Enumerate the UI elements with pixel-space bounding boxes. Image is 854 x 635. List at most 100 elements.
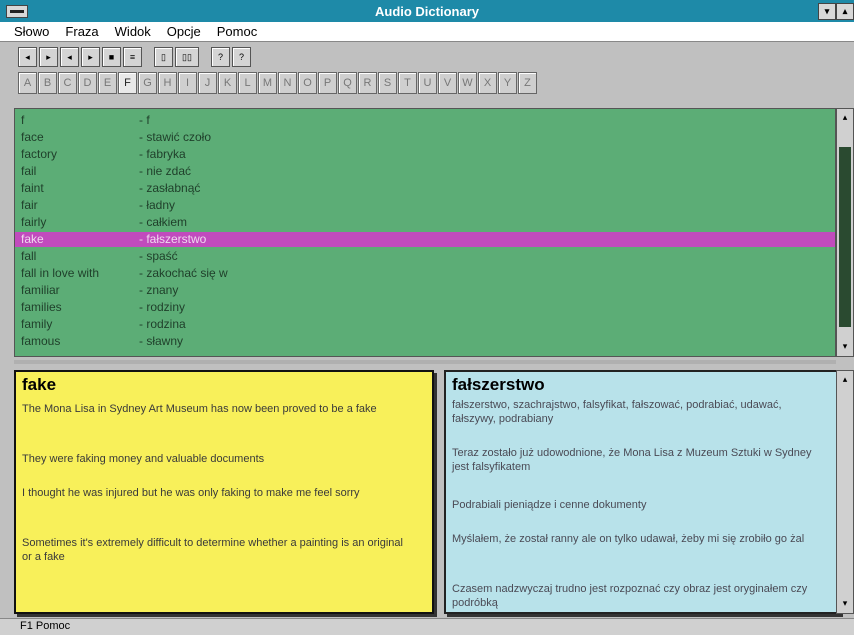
letter-button-g[interactable]: G bbox=[138, 72, 157, 94]
menu-widok[interactable]: Widok bbox=[115, 24, 151, 39]
list-item[interactable]: fair - ładny bbox=[15, 198, 835, 213]
list-item-polish: - ładny bbox=[139, 198, 176, 212]
list-item-english: family bbox=[21, 317, 53, 331]
list-item-english: fall bbox=[21, 249, 37, 263]
letter-button-i[interactable]: I bbox=[178, 72, 197, 94]
list-item-polish: - nie zdać bbox=[139, 164, 192, 178]
letter-button-s[interactable]: S bbox=[378, 72, 397, 94]
scroll-down-icon[interactable]: ▾ bbox=[839, 597, 851, 609]
alphabet-bar: ABCDEFGHIJKLMNOPQRSTUVWXYZ bbox=[18, 72, 537, 96]
list-item[interactable]: fairly - całkiem bbox=[15, 215, 835, 230]
list-item-english: f bbox=[21, 113, 25, 127]
list-item[interactable]: factory - fabryka bbox=[15, 147, 835, 162]
menu-opcje[interactable]: Opcje bbox=[167, 24, 201, 39]
list-item-polish: - f bbox=[139, 113, 150, 127]
list-item[interactable]: famous - sławny bbox=[15, 334, 835, 349]
system-menu-icon[interactable] bbox=[6, 5, 28, 18]
letter-button-t[interactable]: T bbox=[398, 72, 417, 94]
letter-button-c[interactable]: C bbox=[58, 72, 77, 94]
list-item-polish: - zakochać się w bbox=[139, 266, 228, 280]
list-item-english: famous bbox=[21, 334, 61, 348]
letter-button-u[interactable]: U bbox=[418, 72, 437, 94]
list-item[interactable]: faint - zasłabnąć bbox=[15, 181, 835, 196]
letter-button-v[interactable]: V bbox=[438, 72, 457, 94]
menu-bar: Słowo Fraza Widok Opcje Pomoc bbox=[0, 22, 854, 42]
english-example: They were faking money and valuable docu… bbox=[22, 453, 265, 465]
list-item-english: familiar bbox=[21, 283, 60, 297]
letter-button-o[interactable]: O bbox=[298, 72, 317, 94]
letter-button-w[interactable]: W bbox=[458, 72, 477, 94]
detail-scrollbar[interactable]: ▴ ▾ bbox=[836, 370, 854, 614]
letter-button-k[interactable]: K bbox=[218, 72, 237, 94]
polish-definition: fałszerstwo, szachrajstwo, falsyfikat, f… bbox=[452, 399, 782, 425]
list-icon[interactable]: ≡ bbox=[123, 47, 142, 67]
list-item[interactable]: fake - fałszerstwo bbox=[15, 232, 835, 247]
toolbar: ◂ ▸ ◂ ▸ ■ ≡ ▯ ▯▯ ? ? bbox=[18, 47, 251, 69]
first-icon[interactable]: ◂ bbox=[18, 47, 37, 67]
letter-button-r[interactable]: R bbox=[358, 72, 377, 94]
letter-button-j[interactable]: J bbox=[198, 72, 217, 94]
polish-example: Podrabiali pieniądze i cenne dokumenty bbox=[452, 499, 647, 511]
polish-headword: fałszerstwo bbox=[452, 375, 545, 394]
letter-button-n[interactable]: N bbox=[278, 72, 297, 94]
single-pane-icon[interactable]: ▯ bbox=[154, 47, 173, 67]
forward-icon[interactable]: ▸ bbox=[81, 47, 100, 67]
list-item-english: fall in love with bbox=[21, 266, 100, 280]
list-item[interactable]: fall in love with - zakochać się w bbox=[15, 266, 835, 281]
scroll-up-icon[interactable]: ▴ bbox=[839, 373, 851, 385]
list-item[interactable]: fail - nie zdać bbox=[15, 164, 835, 179]
prev-icon[interactable]: ◂ bbox=[60, 47, 79, 67]
list-item-english: families bbox=[21, 300, 62, 314]
polish-example: Teraz zostało już udowodnione, że Mona L… bbox=[452, 447, 812, 473]
letter-button-d[interactable]: D bbox=[78, 72, 97, 94]
list-item-polish: - zasłabnąć bbox=[139, 181, 201, 195]
menu-fraza[interactable]: Fraza bbox=[65, 24, 98, 39]
pane-divider[interactable] bbox=[14, 360, 836, 364]
polish-example: Czasem nadzwyczaj trudno jest rozpoznać … bbox=[452, 583, 808, 609]
list-item-polish: - sławny bbox=[139, 334, 184, 348]
letter-button-e[interactable]: E bbox=[98, 72, 117, 94]
list-scrollbar[interactable]: ▴ ▾ bbox=[836, 108, 854, 357]
list-item-english: fake bbox=[21, 232, 44, 246]
letter-button-p[interactable]: P bbox=[318, 72, 337, 94]
list-item-polish: - rodzina bbox=[139, 317, 186, 331]
menu-slowo[interactable]: Słowo bbox=[14, 24, 49, 39]
context-help-icon[interactable]: ? bbox=[232, 47, 251, 67]
letter-button-b[interactable]: B bbox=[38, 72, 57, 94]
scroll-down-icon[interactable]: ▾ bbox=[839, 340, 851, 352]
letter-button-a[interactable]: A bbox=[18, 72, 37, 94]
list-item[interactable]: family - rodzina bbox=[15, 317, 835, 332]
letter-button-m[interactable]: M bbox=[258, 72, 277, 94]
english-panel: fake The Mona Lisa in Sydney Art Museum … bbox=[14, 370, 434, 614]
maximize-icon[interactable]: ▴ bbox=[836, 3, 854, 20]
english-example: I thought he was injured but he was only… bbox=[22, 487, 360, 499]
list-item-english: fail bbox=[21, 164, 37, 178]
list-item[interactable]: families - rodziny bbox=[15, 300, 835, 315]
list-item[interactable]: fall - spaść bbox=[15, 249, 835, 264]
help-icon[interactable]: ? bbox=[211, 47, 230, 67]
list-item-polish: - całkiem bbox=[139, 215, 188, 229]
list-item[interactable]: face - stawić czoło bbox=[15, 130, 835, 145]
letter-button-z[interactable]: Z bbox=[518, 72, 537, 94]
status-bar: F1 Pomoc bbox=[0, 618, 854, 635]
scroll-thumb[interactable] bbox=[839, 147, 851, 327]
letter-button-l[interactable]: L bbox=[238, 72, 257, 94]
letter-button-y[interactable]: Y bbox=[498, 72, 517, 94]
letter-button-q[interactable]: Q bbox=[338, 72, 357, 94]
list-item-english: fairly bbox=[21, 215, 47, 229]
menu-pomoc[interactable]: Pomoc bbox=[217, 24, 257, 39]
stop-icon[interactable]: ■ bbox=[102, 47, 121, 67]
minimize-icon[interactable]: ▾ bbox=[818, 3, 836, 20]
letter-button-f[interactable]: F bbox=[118, 72, 137, 94]
list-item-english: factory bbox=[21, 147, 58, 161]
english-example: Sometimes it's extremely difficult to de… bbox=[22, 537, 403, 563]
english-headword: fake bbox=[22, 375, 57, 394]
next-icon[interactable]: ▸ bbox=[39, 47, 58, 67]
scroll-up-icon[interactable]: ▴ bbox=[839, 111, 851, 123]
list-item[interactable]: familiar - znany bbox=[15, 283, 835, 298]
letter-button-x[interactable]: X bbox=[478, 72, 497, 94]
letter-button-h[interactable]: H bbox=[158, 72, 177, 94]
list-item[interactable]: f- f bbox=[15, 113, 835, 128]
word-list[interactable]: f- f face - stawić czoło factory - fabryka fa… bbox=[14, 108, 836, 357]
dual-pane-icon[interactable]: ▯▯ bbox=[175, 47, 199, 67]
